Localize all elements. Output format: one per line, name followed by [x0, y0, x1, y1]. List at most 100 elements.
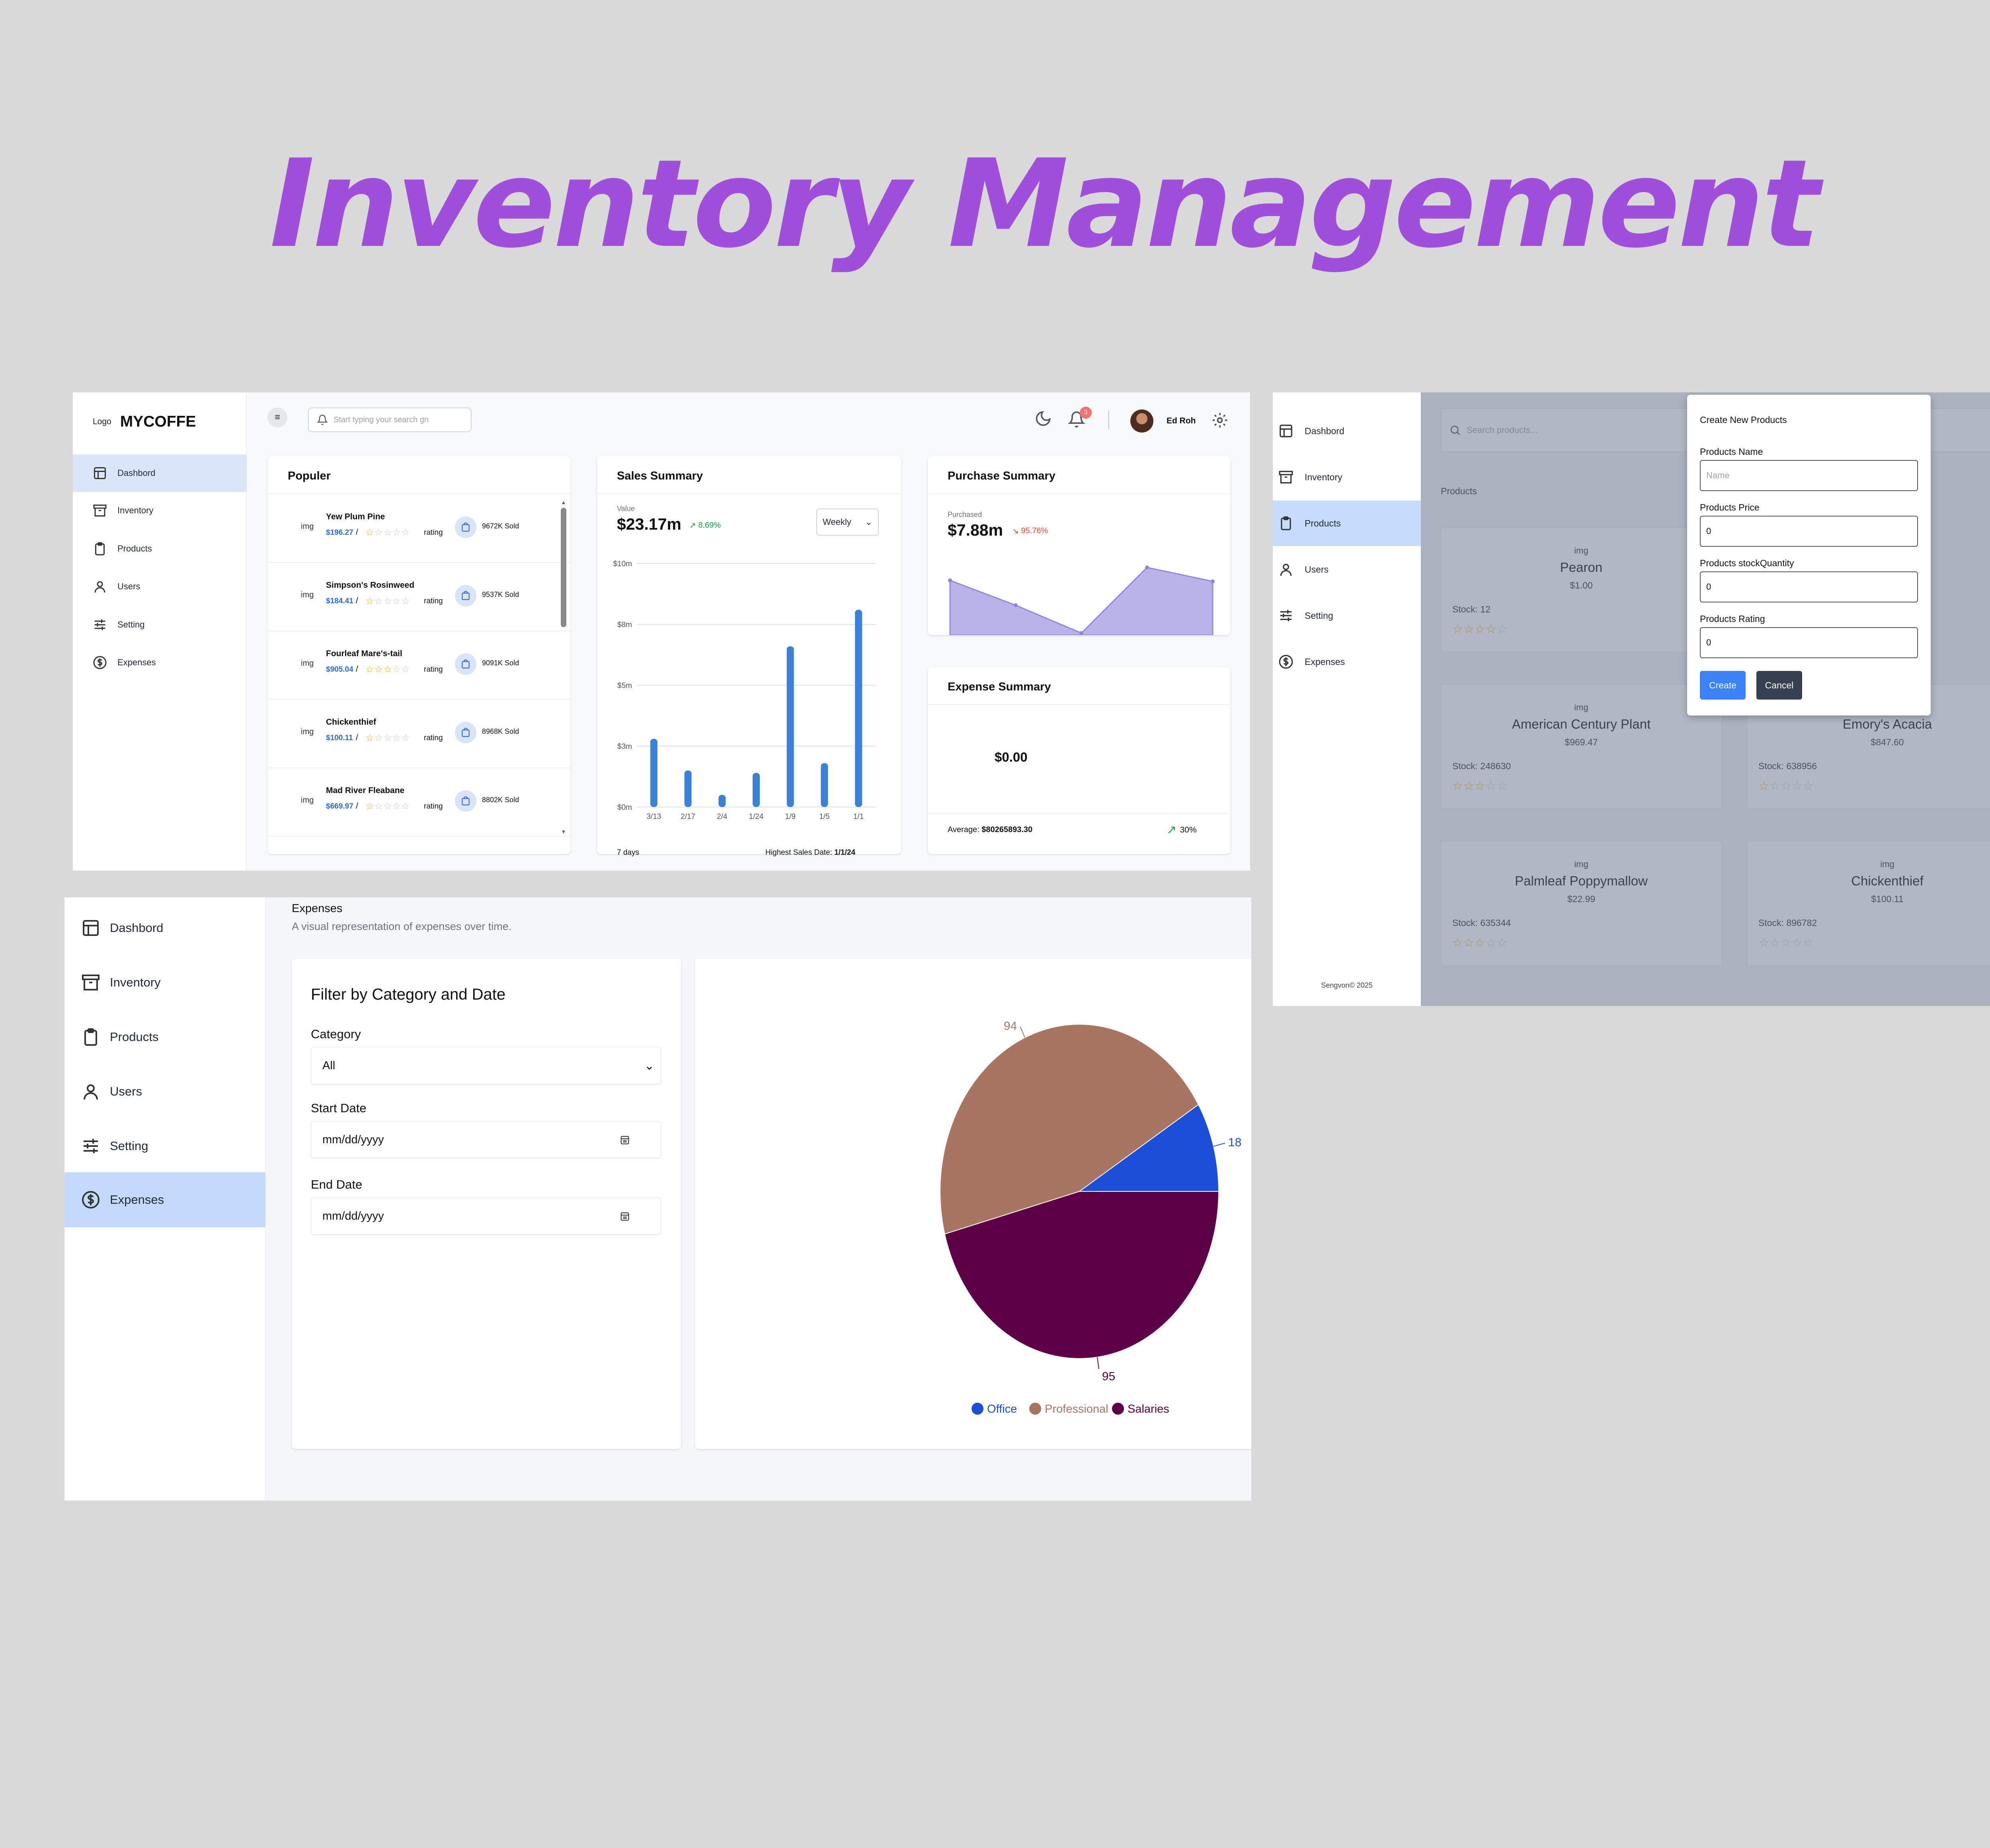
footer-copyright: Sengvon© 2025: [1321, 981, 1373, 989]
product-image: img: [301, 727, 314, 736]
avatar[interactable]: [1130, 409, 1153, 433]
category-select[interactable]: All ⌄: [311, 1047, 661, 1084]
sold-count: 9537K Sold: [482, 591, 519, 598]
star-rating: ☆☆☆☆☆: [365, 596, 410, 606]
calendar-icon[interactable]: [619, 1134, 630, 1145]
bell-icon: [317, 415, 328, 425]
sidebar-item-users[interactable]: Users: [64, 1064, 265, 1119]
sales-bar[interactable]: [753, 773, 760, 807]
logo-name: MYCOFFE: [120, 413, 196, 430]
sidebar-item-expenses[interactable]: Expenses: [64, 1172, 265, 1227]
sales-summary-card: Sales Summary Value $23.17m ↗ 8.69% Week…: [597, 456, 901, 854]
legend-label[interactable]: Office: [987, 1403, 1017, 1415]
product-name-input[interactable]: Name: [1700, 460, 1918, 491]
sidebar-item-setting[interactable]: Setting: [1273, 593, 1421, 638]
sidebar-item-products[interactable]: Products: [64, 1010, 265, 1064]
gear-icon[interactable]: [1211, 411, 1229, 429]
expense-value: $0.00: [995, 750, 1028, 764]
x-tick-label: 1/5: [819, 813, 829, 821]
sidebar-item-inventory[interactable]: Inventory: [64, 955, 265, 1010]
product-price-input[interactable]: 0: [1700, 516, 1918, 547]
period-select[interactable]: Weekly ⌄: [816, 509, 879, 536]
cancel-button[interactable]: Cancel: [1756, 671, 1802, 700]
search-input[interactable]: Start typing your search gn: [308, 407, 472, 432]
sales-bar[interactable]: [821, 763, 828, 807]
sidebar-item-users[interactable]: Users: [73, 568, 247, 605]
sidebar-item-dashboard[interactable]: Dashbord: [73, 454, 247, 492]
product-name: Yew Plum Pine: [326, 512, 385, 521]
sliders-icon: [94, 619, 105, 630]
start-date-label: Start Date: [311, 1101, 367, 1115]
sales-bar[interactable]: [786, 646, 794, 807]
separator: /: [356, 596, 358, 605]
legend-label[interactable]: Professional: [1045, 1403, 1108, 1415]
scroll-down-icon[interactable]: ▼: [561, 828, 566, 835]
sidebar-item-products[interactable]: Products: [1273, 501, 1421, 546]
shopping-bag-icon: [455, 585, 476, 606]
product-name: Mad River Fleabane: [326, 786, 405, 795]
menu-button[interactable]: ≡: [267, 407, 287, 427]
sidebar-item-label: Users: [110, 1084, 142, 1098]
moon-icon[interactable]: [1034, 410, 1052, 427]
sidebar-item-setting[interactable]: Setting: [73, 606, 247, 643]
stock-label: Products stockQuantity: [1700, 558, 1794, 568]
archive-icon: [1279, 471, 1293, 483]
product-name: Chickenthief: [326, 717, 377, 727]
sidebar-item-expenses[interactable]: Expenses: [1273, 639, 1421, 684]
data-point[interactable]: [948, 578, 952, 583]
product-rating-input[interactable]: 0: [1700, 627, 1918, 658]
sales-bar[interactable]: [855, 610, 862, 807]
sidebar-item-dashboard[interactable]: Dashbord: [64, 901, 265, 955]
label-leader: [1213, 1142, 1225, 1147]
sales-bar-chart: $0m $3m $5m $8m $10m 3/13 2/17 2/4 1/24 1/9 1/5 1/1: [613, 560, 876, 821]
data-point[interactable]: [1079, 631, 1083, 635]
sidebar-item-expenses[interactable]: Expenses: [73, 644, 247, 681]
name-label: Products Name: [1700, 446, 1763, 457]
sales-bar[interactable]: [650, 739, 657, 807]
data-point[interactable]: [1014, 603, 1018, 607]
popular-item[interactable]: img Mad River Fleabane $669.97/ ☆☆☆☆☆ rating…: [268, 768, 570, 836]
trend-up-icon: ↗: [1167, 823, 1180, 836]
end-date-input[interactable]: mm/dd/yyyy: [311, 1197, 661, 1235]
rating-label: rating: [424, 597, 443, 605]
sales-bar[interactable]: [684, 770, 692, 807]
sidebar-item-label: Inventory: [1305, 472, 1342, 482]
create-button[interactable]: Create: [1700, 671, 1746, 700]
popular-item[interactable]: img Chickenthief $100.11/ ☆☆☆☆☆ rating 8968K …: [268, 700, 570, 768]
user-icon: [1280, 563, 1292, 576]
sales-bar[interactable]: [718, 795, 726, 807]
sidebar-item-setting[interactable]: Setting: [64, 1119, 265, 1174]
expenses-screen: Dashbord Inventory Products Users Settin…: [64, 897, 1251, 1501]
input-value: 0: [1706, 582, 1711, 592]
popular-item[interactable]: img Fourleaf Mare's-tail $905.04/ ☆☆☆☆☆ rati…: [268, 631, 570, 700]
product-name: Fourleaf Mare's-tail: [326, 649, 402, 658]
popular-item[interactable]: img Yew Plum Pine $196.27/ ☆☆☆☆☆ rating 9672K…: [268, 494, 570, 563]
archive-icon: [82, 975, 100, 990]
sidebar-item-inventory[interactable]: Inventory: [73, 492, 247, 529]
label-leader: [1020, 1026, 1025, 1038]
page-subtitle: A visual representation of expenses over…: [292, 920, 512, 932]
scrollbar-thumb[interactable]: [561, 508, 566, 627]
product-image: img: [301, 591, 314, 599]
scroll-up-icon[interactable]: ▲: [561, 499, 566, 505]
calendar-icon[interactable]: [619, 1211, 630, 1222]
start-date-input[interactable]: mm/dd/yyyy: [311, 1121, 661, 1158]
expense-pie-chart: 18 94 95 Office Professional Salaries: [940, 1020, 1241, 1415]
headline: Inventory Management: [269, 133, 1820, 275]
dashboard-screen: Logo MYCOFFE Dashbord Inventory Products…: [73, 392, 1250, 871]
legend-label[interactable]: Salaries: [1128, 1403, 1169, 1415]
sidebar-item-users[interactable]: Users: [1273, 547, 1421, 592]
sales-footer-period: 7 days: [617, 848, 639, 857]
sidebar-item-label: Setting: [117, 620, 145, 630]
product-stock-input[interactable]: 0: [1700, 571, 1918, 602]
sidebar-item-inventory[interactable]: Inventory: [1273, 454, 1421, 500]
sales-value: $23.17m: [617, 515, 681, 533]
sidebar-item-products[interactable]: Products: [73, 530, 247, 567]
sold-count: 8802K Sold: [482, 796, 519, 804]
sidebar-item-dashboard[interactable]: Dashbord: [1273, 408, 1421, 454]
popular-item[interactable]: img Simpson's Rosinweed $184.41/ ☆☆☆☆☆ ratin…: [268, 563, 570, 631]
user-icon: [84, 1084, 98, 1100]
data-point[interactable]: [1211, 579, 1215, 583]
data-point[interactable]: [1145, 565, 1149, 569]
purchase-summary-card: Purchase Summary Purchased $7.88m ↘ 95.7…: [928, 456, 1230, 635]
